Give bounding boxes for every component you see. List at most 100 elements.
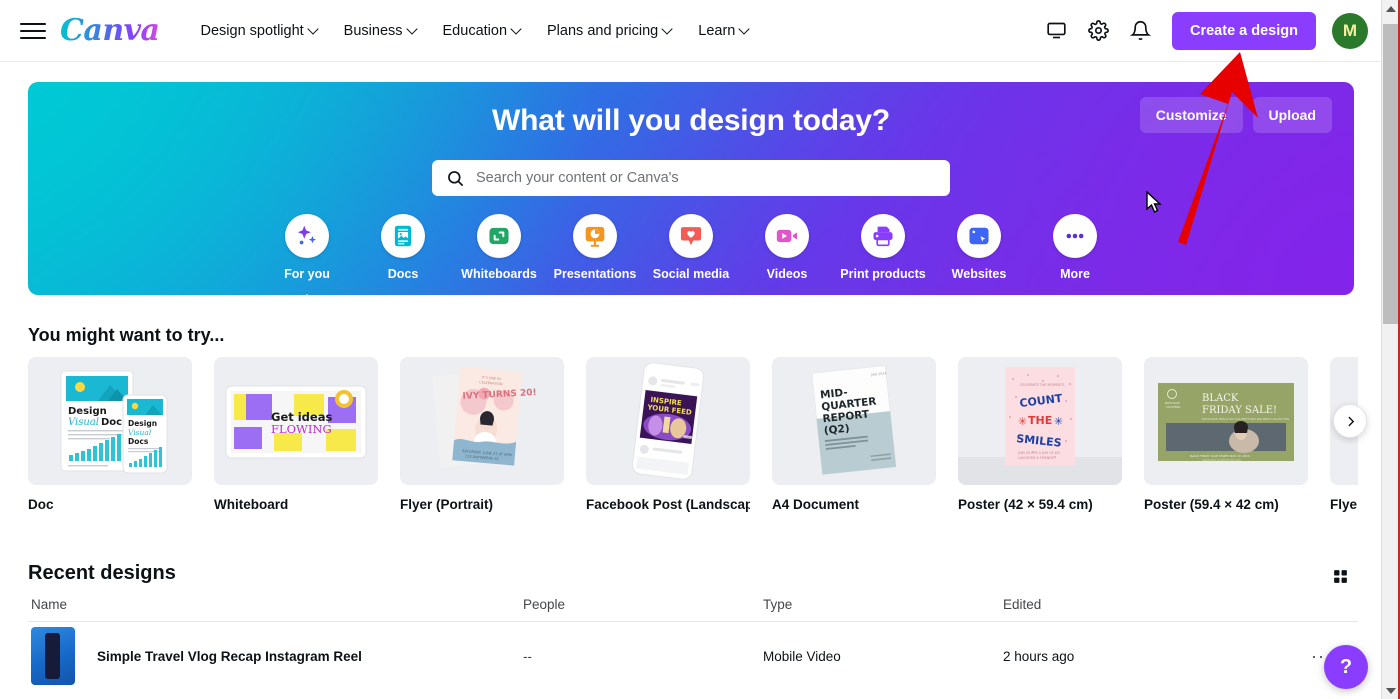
cell-type: Mobile Video — [763, 648, 841, 664]
create-a-design-button[interactable]: Create a design — [1172, 11, 1316, 50]
svg-text:CLOTHING: CLOTHING — [1166, 405, 1181, 409]
cell-people: -- — [523, 648, 532, 664]
category-label: Videos — [766, 267, 808, 281]
table-header-row: Name People Type Edited — [28, 594, 1358, 622]
scroll-up-button[interactable] — [1382, 0, 1399, 17]
nav-label: Plans and pricing — [547, 22, 659, 39]
category-docs[interactable]: Docs — [355, 214, 451, 281]
nav-item-business[interactable]: Business — [333, 15, 428, 47]
column-header-people: People — [523, 597, 566, 612]
category-label: Print products — [840, 267, 926, 281]
svg-text:LAUGHTER & FRIENDS: LAUGHTER & FRIENDS — [1018, 456, 1054, 460]
template-thumbnail: IT'S ONE IN CELEBRATION IVY TURNS 20! SA… — [400, 357, 564, 485]
nav-item-learn[interactable]: Learn — [687, 15, 760, 47]
help-button[interactable]: ? — [1324, 645, 1368, 689]
svg-text:FLOWING: FLOWING — [271, 422, 332, 436]
page-scrollbar[interactable] — [1381, 0, 1398, 699]
svg-text:BLACK: BLACK — [1202, 393, 1239, 404]
template-card-whiteboard[interactable]: Get ideas FLOWING Whiteboard — [214, 357, 378, 527]
nav-label: Business — [343, 22, 403, 39]
hamburger-icon[interactable] — [20, 18, 46, 44]
category-presentations[interactable]: Presentations — [547, 214, 643, 281]
nav-label: Design spotlight — [200, 22, 304, 39]
hero-title: What will you design today? — [492, 104, 890, 137]
try-section-title: You might want to try... — [28, 325, 225, 345]
chevron-down-icon — [408, 25, 417, 34]
chevron-down-icon — [309, 25, 318, 34]
template-label: Facebook Post (Landscape) — [586, 497, 750, 512]
template-thumbnail: CELEBRATE THE MOMENTS COUNT ✳ THE ✳ SMIL… — [958, 357, 1122, 485]
template-thumbnail: JAN 2024 MID- QUARTER REPORT (Q2) — [772, 357, 936, 485]
category-print-products[interactable]: Print products — [835, 214, 931, 281]
bell-icon[interactable] — [1122, 13, 1158, 49]
video-camera-icon — [765, 214, 809, 258]
hero-banner: Customize Upload What will you design to… — [28, 82, 1354, 295]
category-websites[interactable]: Websites — [931, 214, 1027, 281]
template-card-flyer-portrait[interactable]: IT'S ONE IN CELEBRATION IVY TURNS 20! SA… — [400, 357, 564, 527]
scrollbar-thumb[interactable] — [1383, 24, 1398, 324]
top-navigation-bar: Canva Design spotlight Business Educatio… — [0, 0, 1386, 62]
nav-item-education[interactable]: Education — [432, 15, 533, 47]
presentation-icon — [573, 214, 617, 258]
carousel-next-button[interactable] — [1333, 404, 1367, 438]
template-label: A4 Document — [772, 497, 860, 512]
category-more[interactable]: More — [1027, 214, 1123, 281]
category-label: Docs — [387, 267, 419, 281]
table-row[interactable]: Simple Travel Vlog Recap Instagram Reel … — [28, 622, 1358, 690]
category-videos[interactable]: Videos — [739, 214, 835, 281]
canva-logo[interactable]: Canva — [60, 13, 160, 48]
scroll-down-button[interactable] — [1382, 682, 1399, 699]
search-input[interactable] — [476, 170, 936, 186]
chevron-down-icon — [663, 25, 672, 34]
svg-text:Design: Design — [128, 419, 157, 428]
svg-text:Docs: Docs — [128, 437, 149, 446]
template-card-a4-document[interactable]: JAN 2024 MID- QUARTER REPORT (Q2) A4 Doc… — [772, 357, 936, 527]
nav-item-design-spotlight[interactable]: Design spotlight — [190, 15, 329, 47]
category-label: More — [1060, 267, 1090, 281]
category-social-media[interactable]: Social media — [643, 214, 739, 281]
website-cursor-icon — [957, 214, 1001, 258]
template-card-carousel: Design Visual Docs Design Visual Docs Do… — [28, 357, 1358, 527]
heart-chat-icon — [669, 214, 713, 258]
chevron-down-icon — [740, 25, 749, 34]
column-header-type: Type — [763, 597, 793, 612]
active-indicator-caret — [296, 294, 318, 295]
column-header-name: Name — [31, 597, 68, 612]
template-thumbnail: BOUTIQUE CLOTHING BLACK FRIDAY SALE! EXC… — [1144, 357, 1308, 485]
template-label: Flyer (Portrait) — [400, 497, 494, 512]
svg-text:✳: ✳ — [1018, 415, 1027, 428]
nav-label: Learn — [698, 22, 736, 39]
triangle-up-icon — [1385, 5, 1396, 12]
svg-text:JOIN US FOR A DAY OF JOY,: JOIN US FOR A DAY OF JOY, — [1017, 451, 1061, 455]
svg-text:FRIDAY SALE!: FRIDAY SALE! — [1202, 405, 1277, 416]
search-bar[interactable] — [432, 160, 950, 196]
column-header-edited: Edited — [1003, 597, 1042, 612]
chevron-right-icon — [1347, 416, 1354, 426]
svg-text:Design: Design — [68, 406, 107, 417]
template-card-flyer-partial[interactable]: Flye — [1330, 357, 1358, 527]
category-label: For you — [284, 267, 330, 281]
chevron-down-icon — [512, 25, 521, 34]
template-card-facebook-post[interactable]: INSPIRE YOUR FEED Facebook Post (Landsca… — [586, 357, 750, 527]
header-actions: Create a design M — [1038, 11, 1368, 50]
template-card-doc[interactable]: Design Visual Docs Design Visual Docs Do… — [28, 357, 192, 527]
category-whiteboards[interactable]: Whiteboards — [451, 214, 547, 281]
nav-item-plans-and-pricing[interactable]: Plans and pricing — [536, 15, 683, 47]
category-label: Presentations — [553, 267, 637, 281]
design-name: Simple Travel Vlog Recap Instagram Reel — [97, 648, 362, 664]
nav-label: Education — [442, 22, 508, 39]
document-icon — [381, 214, 425, 258]
template-card-poster-landscape[interactable]: BOUTIQUE CLOTHING BLACK FRIDAY SALE! EXC… — [1144, 357, 1308, 527]
template-thumbnail: INSPIRE YOUR FEED — [586, 357, 750, 485]
category-for-you[interactable]: For you — [259, 214, 355, 295]
svg-text:Visual: Visual — [128, 428, 152, 437]
grid-view-icon[interactable] — [1326, 562, 1354, 590]
triangle-down-icon — [1385, 687, 1396, 694]
template-card-poster-portrait[interactable]: CELEBRATE THE MOMENTS COUNT ✳ THE ✳ SMIL… — [958, 357, 1122, 527]
user-avatar[interactable]: M — [1332, 12, 1368, 49]
gear-icon[interactable] — [1080, 13, 1116, 49]
template-label: Whiteboard — [214, 497, 289, 512]
cell-edited: 2 hours ago — [1003, 648, 1075, 664]
display-icon[interactable] — [1038, 13, 1074, 49]
category-label: Whiteboards — [461, 267, 537, 281]
